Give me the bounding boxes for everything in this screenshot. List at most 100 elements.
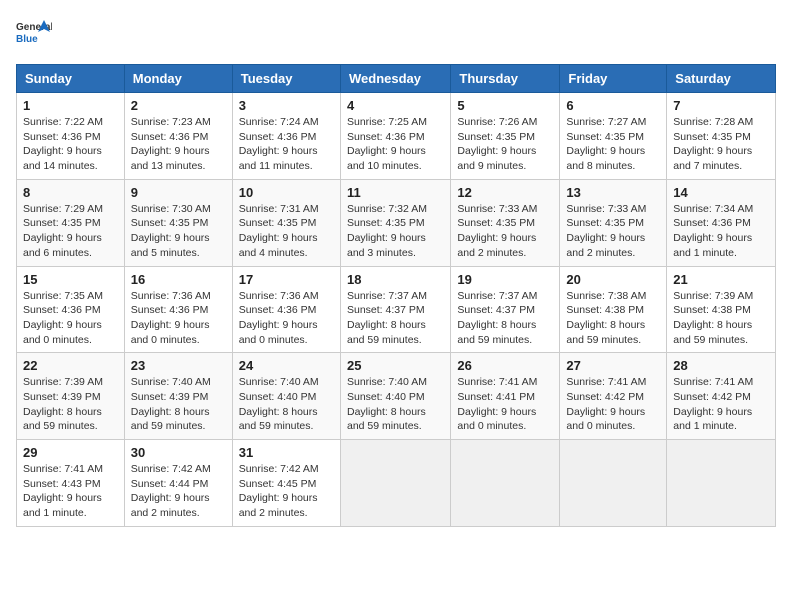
day-number: 28 bbox=[673, 358, 769, 373]
day-number: 22 bbox=[23, 358, 118, 373]
calendar-table: SundayMondayTuesdayWednesdayThursdayFrid… bbox=[16, 64, 776, 527]
day-number: 5 bbox=[457, 98, 553, 113]
day-number: 3 bbox=[239, 98, 334, 113]
day-cell: 13Sunrise: 7:33 AMSunset: 4:35 PMDayligh… bbox=[560, 179, 667, 266]
day-number: 17 bbox=[239, 272, 334, 287]
column-headers: SundayMondayTuesdayWednesdayThursdayFrid… bbox=[17, 65, 776, 93]
day-info: Sunrise: 7:40 AMSunset: 4:40 PMDaylight:… bbox=[347, 376, 427, 432]
day-cell: 1Sunrise: 7:22 AMSunset: 4:36 PMDaylight… bbox=[17, 93, 125, 180]
day-number: 16 bbox=[131, 272, 226, 287]
day-number: 27 bbox=[566, 358, 660, 373]
day-number: 29 bbox=[23, 445, 118, 460]
day-info: Sunrise: 7:36 AMSunset: 4:36 PMDaylight:… bbox=[131, 290, 211, 346]
day-info: Sunrise: 7:40 AMSunset: 4:39 PMDaylight:… bbox=[131, 376, 211, 432]
day-info: Sunrise: 7:41 AMSunset: 4:43 PMDaylight:… bbox=[23, 463, 103, 519]
day-cell bbox=[560, 440, 667, 527]
week-row-1: 1Sunrise: 7:22 AMSunset: 4:36 PMDaylight… bbox=[17, 93, 776, 180]
day-info: Sunrise: 7:39 AMSunset: 4:39 PMDaylight:… bbox=[23, 376, 103, 432]
day-number: 23 bbox=[131, 358, 226, 373]
day-number: 4 bbox=[347, 98, 444, 113]
day-number: 24 bbox=[239, 358, 334, 373]
day-number: 7 bbox=[673, 98, 769, 113]
day-info: Sunrise: 7:23 AMSunset: 4:36 PMDaylight:… bbox=[131, 116, 211, 172]
day-cell: 15Sunrise: 7:35 AMSunset: 4:36 PMDayligh… bbox=[17, 266, 125, 353]
column-header-thursday: Thursday bbox=[451, 65, 560, 93]
day-cell: 29 Sunrise: 7:41 AMSunset: 4:43 PMDayligh… bbox=[17, 440, 125, 527]
day-cell: 26Sunrise: 7:41 AMSunset: 4:41 PMDayligh… bbox=[451, 353, 560, 440]
day-info: Sunrise: 7:24 AMSunset: 4:36 PMDaylight:… bbox=[239, 116, 319, 172]
day-number: 20 bbox=[566, 272, 660, 287]
column-header-tuesday: Tuesday bbox=[232, 65, 340, 93]
day-info: Sunrise: 7:25 AMSunset: 4:36 PMDaylight:… bbox=[347, 116, 427, 172]
day-cell: 22 Sunrise: 7:39 AMSunset: 4:39 PMDayligh… bbox=[17, 353, 125, 440]
day-cell: 11Sunrise: 7:32 AMSunset: 4:35 PMDayligh… bbox=[340, 179, 450, 266]
day-info: Sunrise: 7:33 AMSunset: 4:35 PMDaylight:… bbox=[457, 203, 537, 259]
day-cell: 20 Sunrise: 7:38 AMSunset: 4:38 PMDayligh… bbox=[560, 266, 667, 353]
day-cell: 10Sunrise: 7:31 AMSunset: 4:35 PMDayligh… bbox=[232, 179, 340, 266]
column-header-saturday: Saturday bbox=[667, 65, 776, 93]
day-cell: 28 Sunrise: 7:41 AMSunset: 4:42 PMDayligh… bbox=[667, 353, 776, 440]
day-cell: 4 Sunrise: 7:25 AMSunset: 4:36 PMDaylight… bbox=[340, 93, 450, 180]
day-cell: 17 Sunrise: 7:36 AMSunset: 4:36 PMDayligh… bbox=[232, 266, 340, 353]
day-number: 21 bbox=[673, 272, 769, 287]
day-number: 30 bbox=[131, 445, 226, 460]
day-info: Sunrise: 7:41 AMSunset: 4:41 PMDaylight:… bbox=[457, 376, 537, 432]
week-row-5: 29 Sunrise: 7:41 AMSunset: 4:43 PMDayligh… bbox=[17, 440, 776, 527]
week-row-2: 8 Sunrise: 7:29 AMSunset: 4:35 PMDaylight… bbox=[17, 179, 776, 266]
day-number: 18 bbox=[347, 272, 444, 287]
column-header-wednesday: Wednesday bbox=[340, 65, 450, 93]
day-number: 9 bbox=[131, 185, 226, 200]
day-cell: 5Sunrise: 7:26 AMSunset: 4:35 PMDaylight… bbox=[451, 93, 560, 180]
day-info: Sunrise: 7:31 AMSunset: 4:35 PMDaylight:… bbox=[239, 203, 319, 259]
day-cell: 27 Sunrise: 7:41 AMSunset: 4:42 PMDayligh… bbox=[560, 353, 667, 440]
day-info: Sunrise: 7:42 AMSunset: 4:44 PMDaylight:… bbox=[131, 463, 211, 519]
day-info: Sunrise: 7:39 AMSunset: 4:38 PMDaylight:… bbox=[673, 290, 753, 346]
week-row-4: 22 Sunrise: 7:39 AMSunset: 4:39 PMDayligh… bbox=[17, 353, 776, 440]
day-number: 1 bbox=[23, 98, 118, 113]
day-info: Sunrise: 7:41 AMSunset: 4:42 PMDaylight:… bbox=[566, 376, 646, 432]
day-cell: 3 Sunrise: 7:24 AMSunset: 4:36 PMDaylight… bbox=[232, 93, 340, 180]
day-cell: 21 Sunrise: 7:39 AMSunset: 4:38 PMDayligh… bbox=[667, 266, 776, 353]
column-header-sunday: Sunday bbox=[17, 65, 125, 93]
day-number: 14 bbox=[673, 185, 769, 200]
day-cell: 23 Sunrise: 7:40 AMSunset: 4:39 PMDayligh… bbox=[124, 353, 232, 440]
day-info: Sunrise: 7:28 AMSunset: 4:35 PMDaylight:… bbox=[673, 116, 753, 172]
day-info: Sunrise: 7:38 AMSunset: 4:38 PMDaylight:… bbox=[566, 290, 646, 346]
day-cell: 18 Sunrise: 7:37 AMSunset: 4:37 PMDayligh… bbox=[340, 266, 450, 353]
day-info: Sunrise: 7:27 AMSunset: 4:35 PMDaylight:… bbox=[566, 116, 646, 172]
day-info: Sunrise: 7:40 AMSunset: 4:40 PMDaylight:… bbox=[239, 376, 319, 432]
day-cell: 12 Sunrise: 7:33 AMSunset: 4:35 PMDayligh… bbox=[451, 179, 560, 266]
day-info: Sunrise: 7:41 AMSunset: 4:42 PMDaylight:… bbox=[673, 376, 753, 432]
day-cell bbox=[451, 440, 560, 527]
day-cell: 14Sunrise: 7:34 AMSunset: 4:36 PMDayligh… bbox=[667, 179, 776, 266]
day-info: Sunrise: 7:35 AMSunset: 4:36 PMDaylight:… bbox=[23, 290, 103, 346]
day-info: Sunrise: 7:29 AMSunset: 4:35 PMDaylight:… bbox=[23, 203, 103, 259]
day-number: 12 bbox=[457, 185, 553, 200]
day-info: Sunrise: 7:37 AMSunset: 4:37 PMDaylight:… bbox=[457, 290, 537, 346]
header: General Blue bbox=[16, 16, 776, 52]
day-number: 25 bbox=[347, 358, 444, 373]
day-number: 13 bbox=[566, 185, 660, 200]
day-cell: 16 Sunrise: 7:36 AMSunset: 4:36 PMDayligh… bbox=[124, 266, 232, 353]
day-info: Sunrise: 7:42 AMSunset: 4:45 PMDaylight:… bbox=[239, 463, 319, 519]
day-cell: 31 Sunrise: 7:42 AMSunset: 4:45 PMDayligh… bbox=[232, 440, 340, 527]
day-number: 19 bbox=[457, 272, 553, 287]
column-header-friday: Friday bbox=[560, 65, 667, 93]
day-cell: 19 Sunrise: 7:37 AMSunset: 4:37 PMDayligh… bbox=[451, 266, 560, 353]
day-number: 31 bbox=[239, 445, 334, 460]
day-info: Sunrise: 7:30 AMSunset: 4:35 PMDaylight:… bbox=[131, 203, 211, 259]
day-cell: 7 Sunrise: 7:28 AMSunset: 4:35 PMDaylight… bbox=[667, 93, 776, 180]
day-cell: 25 Sunrise: 7:40 AMSunset: 4:40 PMDayligh… bbox=[340, 353, 450, 440]
day-number: 8 bbox=[23, 185, 118, 200]
day-cell: 30 Sunrise: 7:42 AMSunset: 4:44 PMDayligh… bbox=[124, 440, 232, 527]
day-info: Sunrise: 7:37 AMSunset: 4:37 PMDaylight:… bbox=[347, 290, 427, 346]
day-info: Sunrise: 7:36 AMSunset: 4:36 PMDaylight:… bbox=[239, 290, 319, 346]
day-cell: 8 Sunrise: 7:29 AMSunset: 4:35 PMDaylight… bbox=[17, 179, 125, 266]
day-info: Sunrise: 7:32 AMSunset: 4:35 PMDaylight:… bbox=[347, 203, 427, 259]
day-cell: 24 Sunrise: 7:40 AMSunset: 4:40 PMDayligh… bbox=[232, 353, 340, 440]
day-cell bbox=[667, 440, 776, 527]
column-header-monday: Monday bbox=[124, 65, 232, 93]
svg-text:Blue: Blue bbox=[16, 34, 38, 45]
day-cell: 9 Sunrise: 7:30 AMSunset: 4:35 PMDaylight… bbox=[124, 179, 232, 266]
week-row-3: 15Sunrise: 7:35 AMSunset: 4:36 PMDayligh… bbox=[17, 266, 776, 353]
